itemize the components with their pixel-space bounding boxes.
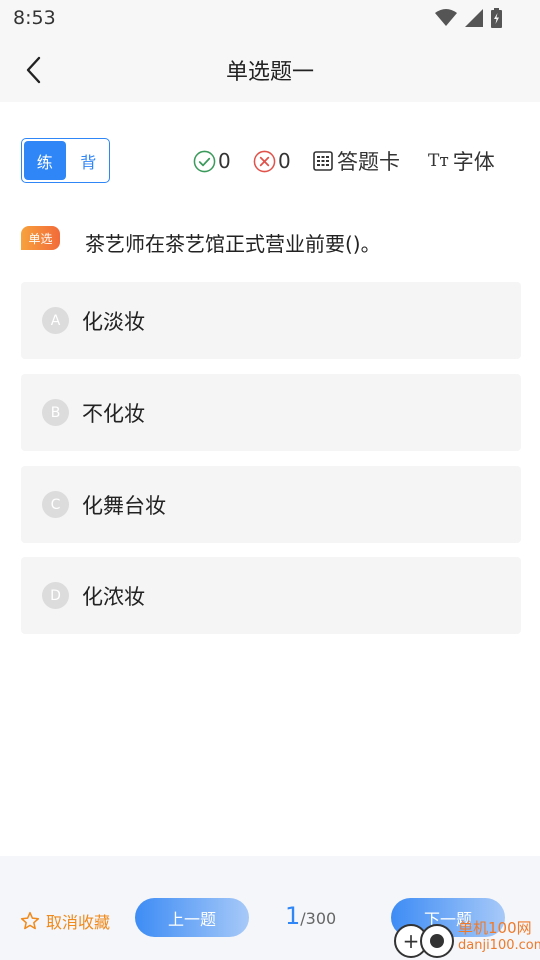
watermark-logo: + 单机100网 danji100.com <box>392 916 540 960</box>
option-text: 化舞台妆 <box>82 493 166 518</box>
question-progress: 1 /300 <box>285 902 336 932</box>
battery-icon <box>491 8 502 28</box>
option-letter: B <box>42 399 69 426</box>
page-title: 单选题一 <box>225 60 314 85</box>
cell-signal-icon <box>465 9 483 27</box>
wrong-count: 0 <box>253 146 291 176</box>
option-a[interactable]: A 化淡妆 <box>21 282 521 359</box>
option-b[interactable]: B 不化妆 <box>21 374 521 451</box>
status-bar: 8:53 <box>0 0 540 36</box>
total-question-count: /300 <box>300 909 337 928</box>
watermark-text: 单机100网 danji100.com <box>458 919 540 954</box>
status-icons <box>435 7 502 29</box>
unfavorite-label: 取消收藏 <box>46 913 111 932</box>
mode-practice-tab[interactable]: 练 <box>24 141 66 180</box>
cross-circle-icon <box>253 150 276 172</box>
wifi-icon <box>435 9 457 26</box>
question-type-badge: 单选 <box>21 226 60 250</box>
option-letter: A <box>42 307 69 334</box>
font-size-icon: Tт <box>428 151 449 171</box>
option-text: 不化妆 <box>82 401 145 426</box>
option-text: 化浓妆 <box>82 584 145 609</box>
answer-card-label: 答题卡 <box>337 150 400 174</box>
star-outline-icon <box>20 911 40 930</box>
mode-memorize-tab[interactable]: 背 <box>68 139 110 182</box>
question-text: 茶艺师在茶艺馆正式营业前要()。 <box>85 232 381 256</box>
current-question-number: 1 <box>285 902 301 930</box>
correct-count: 0 <box>193 146 231 176</box>
status-time: 8:53 <box>13 7 56 29</box>
prev-question-button[interactable]: 上一题 <box>135 898 249 937</box>
nav-bar: 单选题一 <box>0 36 540 102</box>
eye-icon <box>420 924 454 958</box>
grid-icon <box>313 151 333 171</box>
wrong-count-value: 0 <box>278 149 291 173</box>
check-circle-icon <box>193 150 216 172</box>
unfavorite-button[interactable]: 取消收藏 <box>20 909 110 933</box>
font-button[interactable]: Tт 字体 <box>428 146 495 176</box>
option-c[interactable]: C 化舞台妆 <box>21 466 521 543</box>
mode-toggle: 练 背 <box>21 138 110 183</box>
correct-count-value: 0 <box>218 149 231 173</box>
option-d[interactable]: D 化浓妆 <box>21 557 521 634</box>
option-letter: C <box>42 491 69 518</box>
option-letter: D <box>42 582 69 609</box>
option-text: 化淡妆 <box>82 309 145 334</box>
font-label: 字体 <box>452 150 495 174</box>
answer-card-button[interactable]: 答题卡 <box>313 146 400 176</box>
